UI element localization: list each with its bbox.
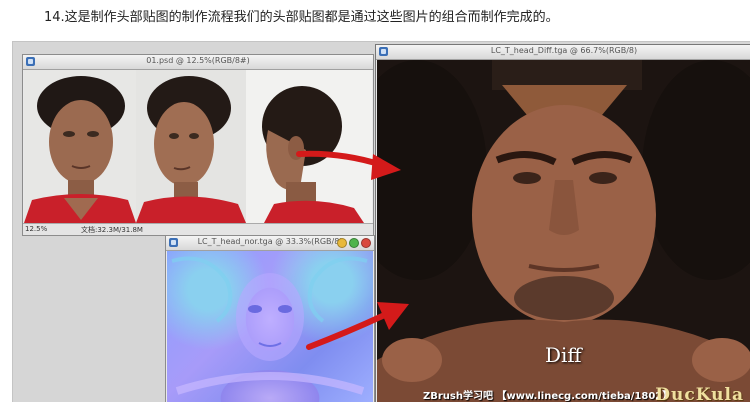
caption-bar: 14.这是制作头部贴图的制作流程我们的头部贴图都是通过这些图片的组合而制作完成的… bbox=[0, 0, 750, 40]
three-quarter-photo bbox=[136, 70, 246, 223]
photo-window-title: 01.psd @ 12.5%(RGB/8#) bbox=[146, 56, 250, 65]
zoom-level[interactable]: 12.5% bbox=[25, 225, 47, 233]
photo-status-bar: 12.5% 文档:32.3M/31.8M bbox=[23, 223, 373, 235]
minimize-button[interactable] bbox=[337, 238, 347, 248]
watermark-text: ZBrush学习吧 【www.linecg.com/tieba/1802】 bbox=[423, 391, 673, 402]
document-size[interactable]: 文档:32.3M/31.8M bbox=[81, 225, 143, 235]
normal-map-image bbox=[171, 256, 368, 395]
reference-photos-image bbox=[24, 70, 372, 223]
diff-window-title: LC_T_head_Diff.tga @ 66.7%(RGB/8) bbox=[490, 46, 638, 55]
normal-map-canvas bbox=[167, 251, 373, 402]
normal-window-titlebar[interactable]: LC_T_head_nor.tga @ 33.3%(RGB/8) bbox=[166, 236, 374, 251]
window-controls bbox=[337, 238, 371, 248]
photo-canvas bbox=[24, 70, 372, 223]
normal-map-window[interactable]: LC_T_head_nor.tga @ 33.3%(RGB/8) bbox=[165, 235, 375, 402]
close-button[interactable] bbox=[361, 238, 371, 248]
diff-label: Diff bbox=[545, 343, 582, 367]
diff-window-titlebar[interactable]: LC_T_head_Diff.tga @ 66.7%(RGB/8) bbox=[376, 45, 750, 60]
diff-canvas: Diff ZBrush学习吧 【www.linecg.com/tieba/180… bbox=[377, 60, 750, 402]
photo-window[interactable]: 01.psd @ 12.5%(RGB/8#) 12.5% 文档:32.3M/31… bbox=[22, 54, 374, 236]
photo-window-titlebar[interactable]: 01.psd @ 12.5%(RGB/8#) bbox=[23, 55, 373, 70]
caption-text: 14.这是制作头部贴图的制作流程我们的头部贴图都是通过这些图片的组合而制作完成的… bbox=[44, 10, 559, 25]
ducula-logo: DucKula bbox=[655, 385, 744, 402]
front-photo bbox=[24, 70, 136, 223]
workspace: 01.psd @ 12.5%(RGB/8#) 12.5% 文档:32.3M/31… bbox=[12, 41, 750, 402]
diff-texture-window[interactable]: LC_T_head_Diff.tga @ 66.7%(RGB/8) Diff Z… bbox=[375, 44, 750, 402]
zoom-button[interactable] bbox=[349, 238, 359, 248]
profile-photo bbox=[246, 70, 372, 223]
